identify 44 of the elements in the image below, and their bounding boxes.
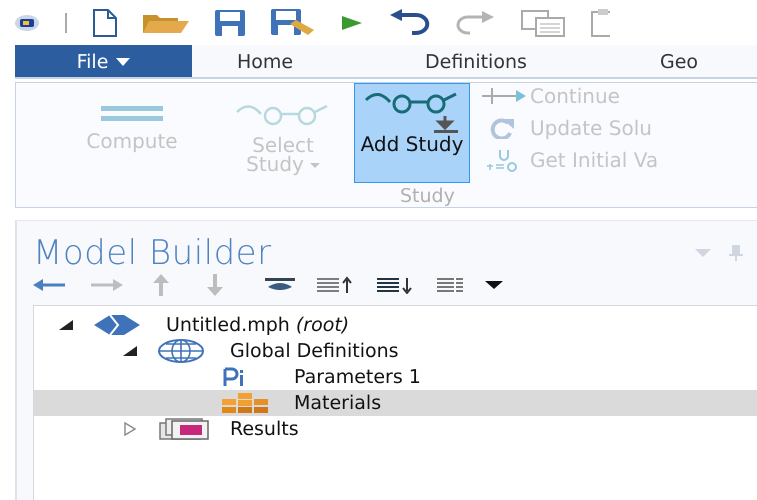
down-arrow-icon <box>207 274 223 296</box>
dropdown-caret-icon <box>310 163 320 168</box>
eye-icon <box>265 278 295 292</box>
tree-label: Materials <box>293 391 382 415</box>
tree-item[interactable]: Parameters 1 <box>34 364 757 390</box>
expanded-arrow-icon[interactable] <box>59 320 73 330</box>
app-logo-icon[interactable] <box>14 14 40 32</box>
tree-item[interactable]: Materials <box>34 390 757 416</box>
new-file-icon[interactable] <box>92 8 118 38</box>
group-label: Study <box>400 185 455 207</box>
globe-icon <box>158 339 204 363</box>
cube-icon <box>94 314 140 336</box>
ribbon-tab[interactable]: Home <box>192 45 425 77</box>
menu-caret-icon <box>485 280 503 290</box>
caret-icon <box>116 58 130 66</box>
ribbon-tab[interactable]: Definitions <box>425 45 660 77</box>
tree-label: Results <box>229 417 300 441</box>
back-arrow-icon <box>33 278 65 292</box>
glasses-download-icon <box>364 90 460 134</box>
save-as-icon[interactable] <box>270 8 316 38</box>
ribbon-tab[interactable]: Geo <box>660 45 740 77</box>
tree-label: Global Definitions <box>229 339 400 363</box>
save-icon[interactable] <box>214 8 246 36</box>
panel-title: Model Builder <box>33 233 272 273</box>
up-arrow-icon <box>153 274 169 296</box>
tree-label: Parameters 1 <box>293 365 422 389</box>
tree-item[interactable]: Results <box>34 416 757 442</box>
continue-icon <box>480 86 528 106</box>
results-icon <box>158 417 210 441</box>
expanded-arrow-icon[interactable] <box>123 346 137 356</box>
ribbon-tab[interactable]: File <box>15 45 192 77</box>
tree-item[interactable]: Global Definitions <box>34 338 757 364</box>
collapsed-arrow-icon[interactable] <box>124 422 136 436</box>
materials-icon <box>222 392 268 414</box>
separator-icon <box>64 12 68 32</box>
undo-icon[interactable] <box>388 8 430 36</box>
toolbar-button[interactable] <box>485 280 503 290</box>
toolbar-button[interactable] <box>265 278 295 292</box>
forward-arrow-icon <box>91 278 123 292</box>
equals-icon <box>101 104 163 124</box>
ribbon-button[interactable]: Add Study <box>354 83 470 183</box>
list-icon <box>435 276 465 294</box>
tree-item[interactable]: Untitled.mph (root) <box>34 312 757 338</box>
tree-label: Untitled.mph (root) <box>165 313 350 337</box>
